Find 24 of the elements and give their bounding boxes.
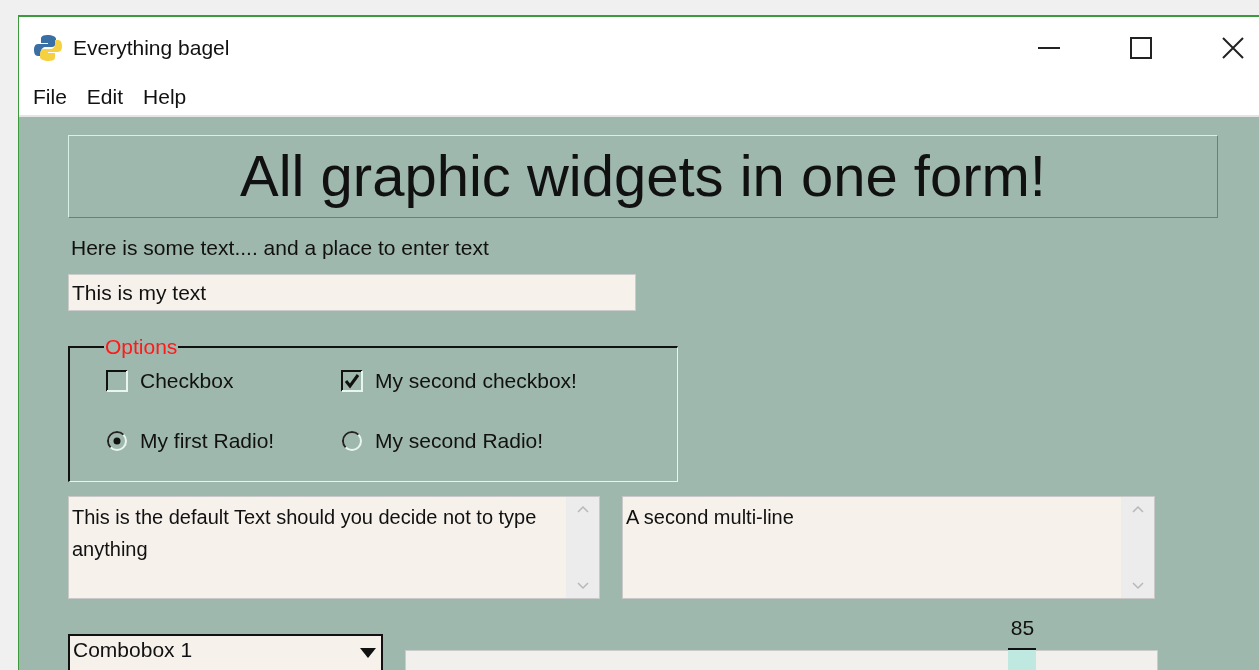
- option-label: My second checkbox!: [375, 369, 577, 393]
- options-legend: Options: [104, 335, 179, 359]
- option-label: My first Radio!: [140, 429, 275, 453]
- minimize-icon: [1038, 47, 1060, 49]
- window-title: Everything bagel: [73, 36, 231, 60]
- text-input-field[interactable]: This is my text: [68, 274, 636, 311]
- option-label: My second Radio!: [375, 429, 544, 453]
- checkbox[interactable]: [341, 370, 363, 392]
- app-logo-icon: [33, 33, 63, 63]
- menu-item[interactable]: Edit: [78, 85, 132, 109]
- menu-item[interactable]: File: [25, 85, 75, 109]
- option-label: Checkbox: [140, 369, 234, 393]
- close-icon: [1222, 37, 1244, 59]
- maximize-icon: [1130, 37, 1152, 59]
- prompt-label: Here is some text.... and a place to enter text: [71, 236, 489, 260]
- checkbox[interactable]: [106, 370, 128, 392]
- combobox[interactable]: Combobox 1: [68, 634, 383, 670]
- slider-thumb[interactable]: [1007, 648, 1036, 670]
- menu-item[interactable]: Help: [135, 85, 195, 109]
- heading-banner: All graphic widgets in one form!: [68, 135, 1218, 218]
- radio-button[interactable]: [341, 430, 363, 452]
- radio-button[interactable]: [106, 430, 128, 452]
- dropdown-arrow-icon: [360, 648, 376, 658]
- slider-reading: 85: [1010, 616, 1035, 640]
